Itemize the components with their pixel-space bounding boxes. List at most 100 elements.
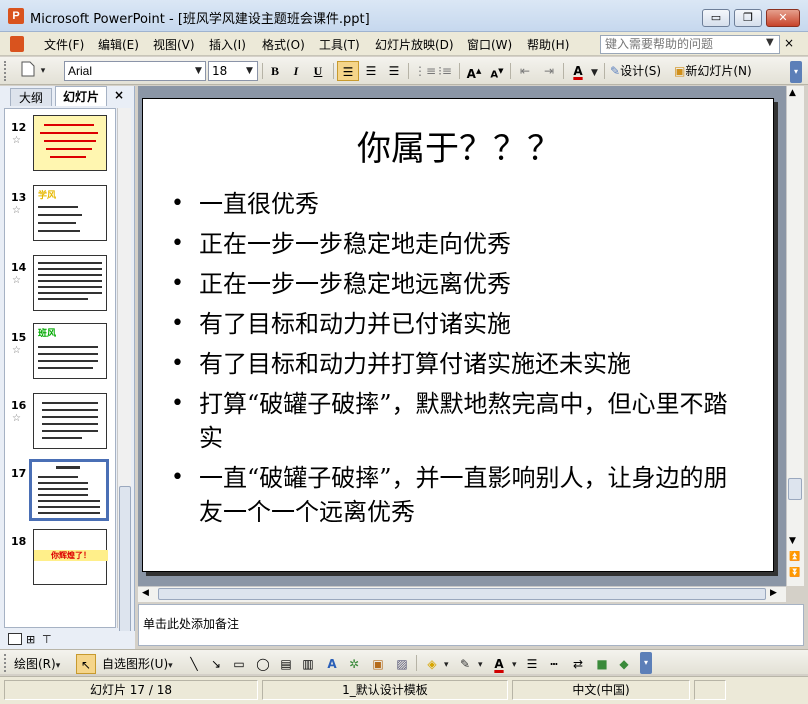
menu-slideshow[interactable]: 幻灯片放映(D): [375, 36, 454, 53]
slide-sorter-icon[interactable]: ⊞: [26, 633, 35, 646]
toolbar-options-icon[interactable]: ▾: [790, 61, 802, 83]
scroll-thumb[interactable]: [119, 486, 131, 636]
editor-vertical-scrollbar[interactable]: ▲ ▼ ⏫ ⏬: [786, 86, 804, 586]
diagram-icon[interactable]: ✲: [346, 654, 362, 674]
document-icon[interactable]: [10, 36, 24, 52]
bullet-item[interactable]: 正在一步一步稳定地远离优秀: [199, 267, 739, 301]
slide-thumbnail-18[interactable]: 你辉煌了！: [33, 529, 108, 585]
font-color-icon[interactable]: A: [568, 61, 588, 81]
3d-style-icon[interactable]: ◆: [616, 654, 632, 674]
tab-outline[interactable]: 大纲: [10, 88, 52, 106]
underline-button[interactable]: U: [309, 61, 327, 81]
vertical-textbox-icon[interactable]: ▥: [300, 654, 316, 674]
menu-edit[interactable]: 编辑(E): [98, 36, 139, 53]
align-left-icon[interactable]: ☰: [337, 61, 359, 81]
numbered-list-icon[interactable]: ⋮≡: [414, 61, 436, 81]
increase-font-icon[interactable]: A▲: [465, 61, 483, 81]
line-color-icon[interactable]: ✎: [456, 654, 474, 674]
picture-icon[interactable]: ▨: [394, 654, 410, 674]
slide-thumbnail-15[interactable]: 班风: [33, 323, 107, 379]
bullet-item[interactable]: 一直很优秀: [199, 187, 739, 221]
shadow-style-icon[interactable]: ■: [594, 654, 610, 674]
menu-help[interactable]: 帮助(H): [527, 36, 569, 53]
autoshapes-menu-button[interactable]: 自选图形(U)▾: [102, 654, 186, 674]
menu-window[interactable]: 窗口(W): [467, 36, 512, 53]
scroll-down-icon[interactable]: ▼: [789, 536, 796, 546]
menu-insert[interactable]: 插入(I): [209, 36, 246, 53]
slide-title[interactable]: 你属于？？？: [143, 121, 775, 170]
rectangle-tool-icon[interactable]: ▭: [230, 654, 248, 674]
help-search-input[interactable]: 键入需要帮助的问题: [600, 35, 780, 54]
arrow-tool-icon[interactable]: ↘: [208, 654, 224, 674]
textbox-tool-icon[interactable]: ▤: [278, 654, 294, 674]
bullet-item[interactable]: 有了目标和动力并打算付诸实施还未实施: [199, 347, 739, 381]
align-right-icon[interactable]: ☰: [384, 61, 404, 81]
clipart-icon[interactable]: ▣: [370, 654, 386, 674]
menu-format[interactable]: 格式(O): [262, 36, 305, 53]
font-color-icon[interactable]: A: [490, 654, 508, 674]
scroll-right-icon[interactable]: ▶: [770, 588, 777, 598]
next-slide-icon[interactable]: ⏬: [789, 568, 800, 578]
align-center-icon[interactable]: ☰: [361, 61, 381, 81]
bullet-item[interactable]: 正在一步一步稳定地走向优秀: [199, 227, 739, 261]
slideshow-view-icon[interactable]: ⊤: [42, 633, 52, 646]
panel-close-button[interactable]: ×: [114, 88, 124, 102]
slides-panel-scrollbar[interactable]: [117, 108, 131, 636]
design-button[interactable]: ✎设计(S): [610, 61, 670, 81]
arrow-style-icon[interactable]: ⇄: [570, 654, 586, 674]
fill-color-dropdown-icon[interactable]: ▾: [444, 660, 449, 670]
size-dropdown-icon[interactable]: ▼: [246, 66, 253, 76]
toolbar-grip[interactable]: [4, 61, 7, 81]
scroll-thumb[interactable]: [788, 478, 802, 500]
normal-view-icon[interactable]: [8, 633, 22, 645]
menu-tools[interactable]: 工具(T): [319, 36, 360, 53]
slide-thumbnail-14[interactable]: [33, 255, 107, 311]
slide-thumbnail-16[interactable]: [33, 393, 107, 449]
fill-color-icon[interactable]: ◈: [422, 654, 442, 674]
menu-file[interactable]: 文件(F): [44, 36, 84, 53]
line-color-dropdown-icon[interactable]: ▾: [478, 660, 483, 670]
decrease-indent-icon[interactable]: ⇤: [516, 61, 534, 81]
bullet-list-icon[interactable]: ⁝≡: [436, 61, 454, 81]
editor-horizontal-scrollbar[interactable]: ◀ ▶: [138, 586, 786, 602]
close-window-button[interactable]: ✕: [766, 9, 800, 27]
bullet-item[interactable]: 有了目标和动力并已付诸实施: [199, 307, 739, 341]
italic-button[interactable]: I: [287, 61, 305, 81]
minimize-button[interactable]: ▭: [702, 9, 730, 27]
font-color-dropdown-icon[interactable]: ▼: [591, 68, 598, 78]
maximize-button[interactable]: ❐: [734, 9, 762, 27]
toolbar-options-icon[interactable]: ▾: [640, 652, 652, 674]
new-slide-button[interactable]: ▣新幻灯片(N): [674, 61, 764, 81]
chevron-down-icon[interactable]: ▾: [38, 61, 48, 81]
document-close-button[interactable]: ×: [784, 36, 794, 50]
scroll-left-icon[interactable]: ◀: [142, 588, 149, 598]
menu-view[interactable]: 视图(V): [153, 36, 195, 53]
help-dropdown-icon[interactable]: ▼: [766, 37, 774, 48]
slide-canvas[interactable]: 你属于？？？ • 一直很优秀 • 正在一步一步稳定地走向优秀 • 正在一步一步稳…: [142, 98, 774, 572]
scroll-up-icon[interactable]: ▲: [789, 88, 796, 98]
draw-menu-button[interactable]: 绘图(R)▾: [14, 654, 74, 674]
slide-thumbnail-17[interactable]: [29, 459, 109, 521]
dash-style-icon[interactable]: ┅: [546, 654, 562, 674]
notes-pane[interactable]: 单击此处添加备注: [138, 604, 804, 646]
scroll-thumb[interactable]: [158, 588, 766, 600]
bullet-item[interactable]: 打算“破罐子破摔”，默默地熬完高中，但心里不踏实: [199, 387, 739, 455]
bold-button[interactable]: B: [266, 61, 284, 81]
toolbar-grip[interactable]: [4, 654, 7, 672]
line-tool-icon[interactable]: ╲: [186, 654, 202, 674]
font-dropdown-icon[interactable]: ▼: [195, 66, 202, 76]
oval-tool-icon[interactable]: ◯: [254, 654, 272, 674]
new-document-icon[interactable]: [18, 61, 38, 81]
bullet-item[interactable]: 一直“破罐子破摔”，并一直影响别人，让身边的朋友一个一个远离优秀: [199, 461, 739, 529]
font-color-dropdown-icon[interactable]: ▾: [512, 660, 517, 670]
slide-thumbnail-13[interactable]: 学风: [33, 185, 107, 241]
line-style-icon[interactable]: ☰: [524, 654, 540, 674]
decrease-font-icon[interactable]: A▼: [488, 61, 506, 81]
increase-indent-icon[interactable]: ⇥: [540, 61, 558, 81]
previous-slide-icon[interactable]: ⏫: [789, 552, 800, 562]
font-name-select[interactable]: Arial: [64, 61, 206, 81]
select-pointer-icon[interactable]: ↖: [76, 654, 96, 674]
wordart-icon[interactable]: A: [324, 654, 340, 674]
tab-slides[interactable]: 幻灯片: [55, 86, 107, 106]
slide-thumbnail-12[interactable]: [33, 115, 107, 171]
